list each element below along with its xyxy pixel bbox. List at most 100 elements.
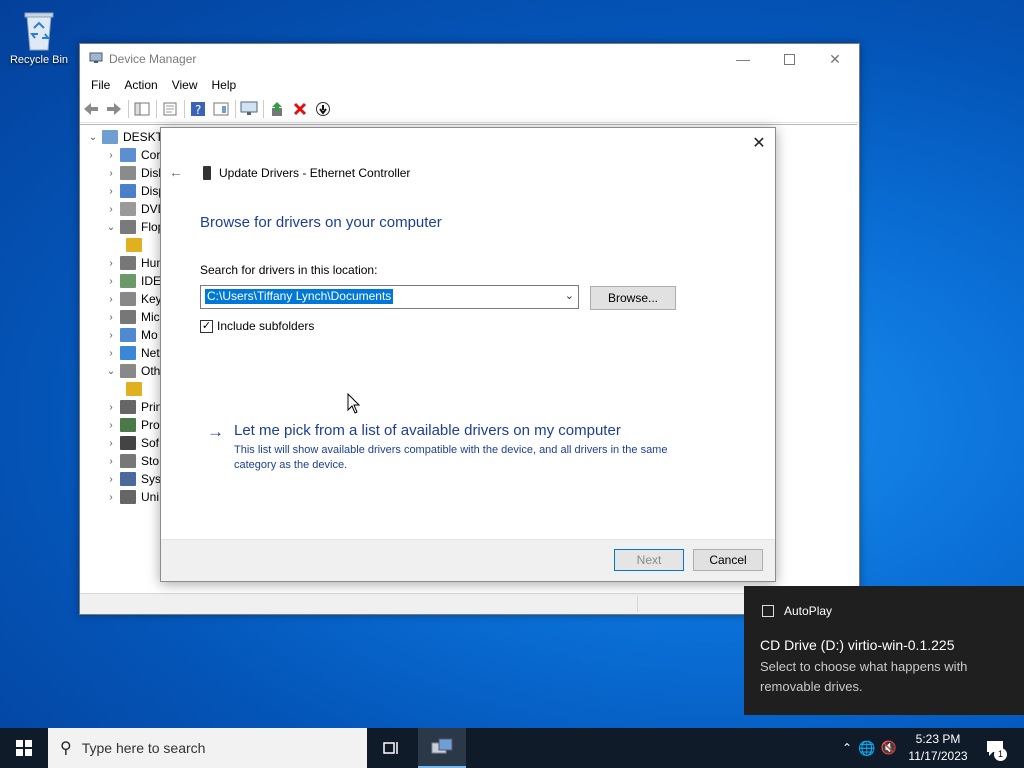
recycle-bin-label: Recycle Bin [9, 54, 69, 66]
close-button[interactable]: ✕ [812, 44, 858, 74]
expand-chevron-icon[interactable]: › [104, 150, 118, 161]
tree-item[interactable]: › Disk [104, 164, 164, 182]
expand-chevron-icon[interactable]: › [104, 186, 118, 197]
tree-item[interactable]: › Cor [104, 146, 160, 164]
task-view-button[interactable] [368, 728, 416, 768]
tree-item[interactable] [124, 236, 147, 254]
tree-item[interactable]: › Key [104, 290, 162, 308]
device-category-icon [120, 418, 136, 432]
ethernet-device-icon [203, 166, 211, 180]
dialog-title: Update Drivers - Ethernet Controller [219, 166, 411, 180]
tree-item[interactable]: › DVD [104, 200, 166, 218]
tree-item[interactable] [124, 380, 147, 398]
dialog-close-button[interactable]: ✕ [745, 130, 773, 156]
status-divider [637, 596, 638, 612]
action-center-button[interactable]: 1 [976, 728, 1016, 768]
warning-device-icon [126, 238, 142, 252]
pick-from-list-text[interactable]: Let me pick from a list of available dri… [234, 422, 621, 439]
expand-chevron-icon[interactable]: › [104, 276, 118, 287]
uninstall-device-button[interactable] [291, 100, 309, 118]
tree-item[interactable]: › Mo [104, 326, 158, 344]
notification-count-badge: 1 [994, 748, 1007, 761]
chevron-down-icon[interactable]: ⌄ [565, 289, 574, 302]
expand-chevron-icon[interactable]: › [104, 168, 118, 179]
expand-chevron-icon[interactable]: › [104, 294, 118, 305]
menu-help[interactable]: Help [205, 78, 244, 92]
update-drivers-dialog: ✕ ← Update Drivers - Ethernet Controller… [160, 127, 776, 582]
expand-chevron-icon[interactable]: › [104, 348, 118, 359]
tree-item[interactable]: › Pro [104, 416, 160, 434]
device-manager-taskbar-button[interactable] [418, 728, 466, 768]
tree-item[interactable]: › Syst [104, 470, 164, 488]
browse-button[interactable]: Browse... [590, 286, 676, 310]
action-pane-button[interactable] [212, 100, 230, 118]
expand-chevron-icon[interactable]: › [104, 420, 118, 431]
pick-from-list-description: This list will show available drivers co… [234, 444, 668, 471]
menu-file[interactable]: File [84, 78, 117, 92]
recycle-bin-shortcut[interactable]: Recycle Bin [6, 8, 72, 66]
disable-device-button[interactable] [314, 100, 332, 118]
tree-item[interactable]: › Prin [104, 398, 162, 416]
cancel-button[interactable]: Cancel [693, 549, 763, 571]
tree-item[interactable]: › Mic [104, 308, 160, 326]
arrow-right-icon: → [207, 422, 224, 441]
network-globe-icon[interactable]: 🌐 [856, 740, 878, 757]
dialog-back-button[interactable]: ← [169, 164, 183, 180]
menu-action[interactable]: Action [117, 78, 164, 92]
checkbox-check-icon[interactable]: ✓ [200, 319, 213, 333]
status-bar [80, 593, 857, 614]
tree-item[interactable]: ⌄ Oth [104, 362, 160, 380]
search-placeholder: Type here to search [81, 740, 206, 756]
expand-chevron-icon[interactable]: › [104, 258, 118, 269]
tree-item[interactable]: ⌄ Flop [104, 218, 164, 236]
driver-path-combobox[interactable]: C:\Users\Tiffany Lynch\Documents ⌄ [200, 285, 579, 309]
mouse-cursor-icon [347, 393, 361, 414]
tree-item[interactable]: › Hum [104, 254, 166, 272]
tree-item[interactable]: › Sof [104, 434, 159, 452]
collapse-chevron-icon[interactable]: ⌄ [104, 222, 118, 233]
tree-item[interactable]: › Uni [104, 488, 159, 506]
scan-hardware-button[interactable] [240, 100, 258, 118]
expand-chevron-icon[interactable]: › [104, 438, 118, 449]
console-tree-icon [134, 102, 150, 116]
help-button[interactable]: ? [189, 100, 207, 118]
warning-device-icon [126, 382, 142, 396]
expand-chevron-icon[interactable]: › [104, 330, 118, 341]
expand-chevron-icon[interactable]: › [104, 204, 118, 215]
properties-button[interactable] [161, 100, 179, 118]
driver-path-value[interactable]: C:\Users\Tiffany Lynch\Documents [205, 289, 394, 304]
svg-text:?: ? [195, 103, 201, 117]
toolbar-separator [128, 100, 129, 118]
volume-muted-icon[interactable]: 🔇 [878, 740, 900, 756]
device-manager-icon [431, 738, 453, 754]
taskbar-search-box[interactable]: ⚲ Type here to search [48, 728, 367, 768]
back-button[interactable] [82, 100, 100, 118]
maximize-button[interactable] [766, 44, 812, 74]
menu-view[interactable]: View [165, 78, 205, 92]
expand-chevron-icon[interactable]: › [104, 492, 118, 503]
show-hidden-icons-chevron-icon[interactable]: ⌃ [838, 741, 856, 755]
autoplay-notification[interactable]: AutoPlay CD Drive (D:) virtio-win-0.1.22… [744, 586, 1024, 715]
title-bar[interactable]: Device Manager — ✕ [80, 44, 859, 74]
device-category-icon [120, 400, 136, 414]
expand-chevron-icon[interactable]: › [104, 312, 118, 323]
tree-item[interactable]: › Disp [104, 182, 165, 200]
minimize-button[interactable]: — [720, 44, 766, 74]
clock-time: 5:23 PM [915, 732, 961, 746]
tree-item[interactable]: › IDE [104, 272, 161, 290]
forward-button[interactable] [105, 100, 123, 118]
start-button[interactable] [0, 728, 48, 768]
tree-item[interactable]: › Net [104, 344, 160, 362]
back-arrow-icon: ← [169, 164, 183, 180]
collapse-chevron-icon[interactable]: ⌄ [104, 366, 118, 377]
expand-chevron-icon[interactable]: › [104, 402, 118, 413]
next-button[interactable]: Next [614, 549, 684, 571]
include-subfolders-checkbox[interactable]: ✓ Include subfolders [200, 319, 314, 333]
expand-chevron-icon[interactable]: › [104, 474, 118, 485]
show-hide-console-tree-button[interactable] [133, 100, 151, 118]
expand-chevron-icon[interactable]: › [104, 456, 118, 467]
update-driver-button[interactable] [268, 100, 286, 118]
notification-body: Select to choose what happens with remov… [760, 659, 968, 694]
system-clock[interactable]: 5:23 PM 11/17/2023 [903, 731, 973, 765]
tree-item[interactable]: › Sto [104, 452, 159, 470]
